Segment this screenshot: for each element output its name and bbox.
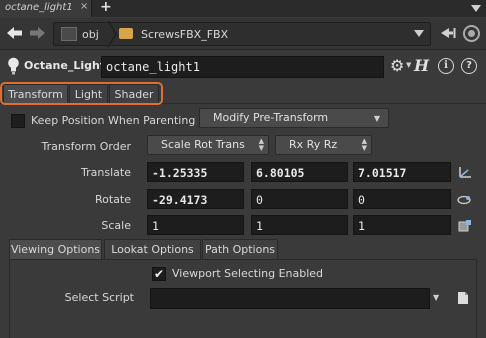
pane-tab-bar: octane_light1 × + <box>0 0 486 17</box>
viewing-options-panel: ✔ Viewport Selecting Enabled Select Scri… <box>9 259 477 338</box>
scale-label: Scale <box>101 219 131 232</box>
rotate-y-field[interactable]: 0 <box>251 189 348 209</box>
node-type-label: Octane_Light <box>24 59 106 72</box>
viewport-selecting-label: Viewport Selecting Enabled <box>172 267 324 280</box>
rotate-label: Rotate <box>94 193 131 206</box>
rotate-x-field[interactable]: -29.4173 <box>147 189 244 209</box>
breadcrumb-separator-icon <box>107 21 117 47</box>
parameter-folder-tabs: Transform Light Shader <box>0 82 486 104</box>
keep-position-checkbox[interactable] <box>11 114 25 128</box>
chevron-down-icon[interactable]: ▼ <box>433 293 439 302</box>
pane-menu-arrow-icon[interactable] <box>470 2 482 14</box>
pretransform-dropdown[interactable]: Modify Pre-Transform ▼ <box>199 108 389 128</box>
up-down-caret-icon: ▲ ▼ <box>361 137 367 152</box>
help-icon[interactable]: ? <box>461 58 477 74</box>
tab-shader[interactable]: Shader <box>109 84 159 104</box>
select-script-input[interactable] <box>150 288 430 309</box>
light-bulb-icon <box>8 57 19 75</box>
transform-parameters: Keep Position When Parenting Modify Pre-… <box>0 105 486 338</box>
scale-x-field[interactable]: 1 <box>147 215 244 235</box>
network-obj-icon <box>61 27 77 41</box>
tab-lookat-options[interactable]: Lookat Options <box>104 239 201 260</box>
tab-octane-light1[interactable]: octane_light1 × <box>0 0 92 17</box>
select-script-label: Select Script <box>64 291 134 304</box>
translate-z-field[interactable]: 7.01517 <box>353 162 451 182</box>
pin-icon[interactable] <box>441 26 456 40</box>
viewport-selecting-checkbox[interactable]: ✔ <box>152 267 166 281</box>
rotate-z-field[interactable]: 0 <box>353 189 451 209</box>
tab-viewing-options[interactable]: Viewing Options <box>9 239 102 260</box>
back-arrow-icon[interactable] <box>7 27 23 39</box>
transform-order-label: Transform Order <box>41 140 131 153</box>
info-icon[interactable]: i <box>438 58 454 74</box>
rotate-handle-icon[interactable] <box>457 193 473 207</box>
chevron-down-icon: ▼ <box>373 114 380 123</box>
tab-transform[interactable]: Transform <box>3 84 68 104</box>
scale-y-field[interactable]: 1 <box>251 215 348 235</box>
breadcrumb-item-screwsfbx[interactable]: ScrewsFBX_FBX <box>141 28 228 41</box>
link-icon[interactable] <box>463 25 480 42</box>
keep-position-label: Keep Position When Parenting <box>31 114 196 127</box>
translate-y-field[interactable]: 6.80105 <box>251 162 348 182</box>
forward-arrow-icon[interactable] <box>29 27 45 39</box>
parameter-header: Octane_Light octane_light1 ⚙ ▼ H i ? <box>0 51 486 81</box>
breadcrumb: obj ScrewsFBX_FBX <box>53 21 431 47</box>
houdini-help-icon[interactable]: H <box>414 56 429 75</box>
gear-menu-caret-icon[interactable]: ▼ <box>406 61 411 69</box>
viewing-folder-tabs: Viewing Options Lookat Options Path Opti… <box>9 239 477 260</box>
translate-handle-icon[interactable] <box>457 166 473 180</box>
rotation-order-dropdown[interactable]: Rx Ry Rz ▲ ▼ <box>275 135 372 155</box>
tab-close-icon[interactable]: × <box>80 1 88 12</box>
up-down-caret-icon: ▲ ▼ <box>258 137 264 152</box>
gear-icon[interactable]: ⚙ <box>390 58 404 74</box>
node-name-input[interactable]: octane_light1 <box>101 56 384 78</box>
chevron-down-icon[interactable] <box>414 30 424 38</box>
transform-order-dropdown[interactable]: Scale Rot Trans ▲ ▼ <box>147 135 269 155</box>
transform-order-value: Scale Rot Trans <box>161 138 245 151</box>
tab-label: octane_light1 <box>5 2 73 13</box>
add-tab-icon[interactable]: + <box>100 0 112 15</box>
pretransform-value: Modify Pre-Transform <box>213 111 329 124</box>
breadcrumb-item-obj[interactable]: obj <box>82 28 99 41</box>
file-chooser-icon[interactable] <box>457 291 469 305</box>
rotation-order-value: Rx Ry Rz <box>289 138 338 151</box>
scale-handle-icon[interactable] <box>457 219 473 233</box>
translate-x-field[interactable]: -1.25335 <box>147 162 244 182</box>
translate-label: Translate <box>81 166 131 179</box>
geometry-folder-icon <box>119 28 133 39</box>
tab-light[interactable]: Light <box>69 84 108 104</box>
tab-path-options[interactable]: Path Options <box>202 239 278 260</box>
path-bar: obj ScrewsFBX_FBX <box>0 18 486 50</box>
scale-z-field[interactable]: 1 <box>353 215 451 235</box>
